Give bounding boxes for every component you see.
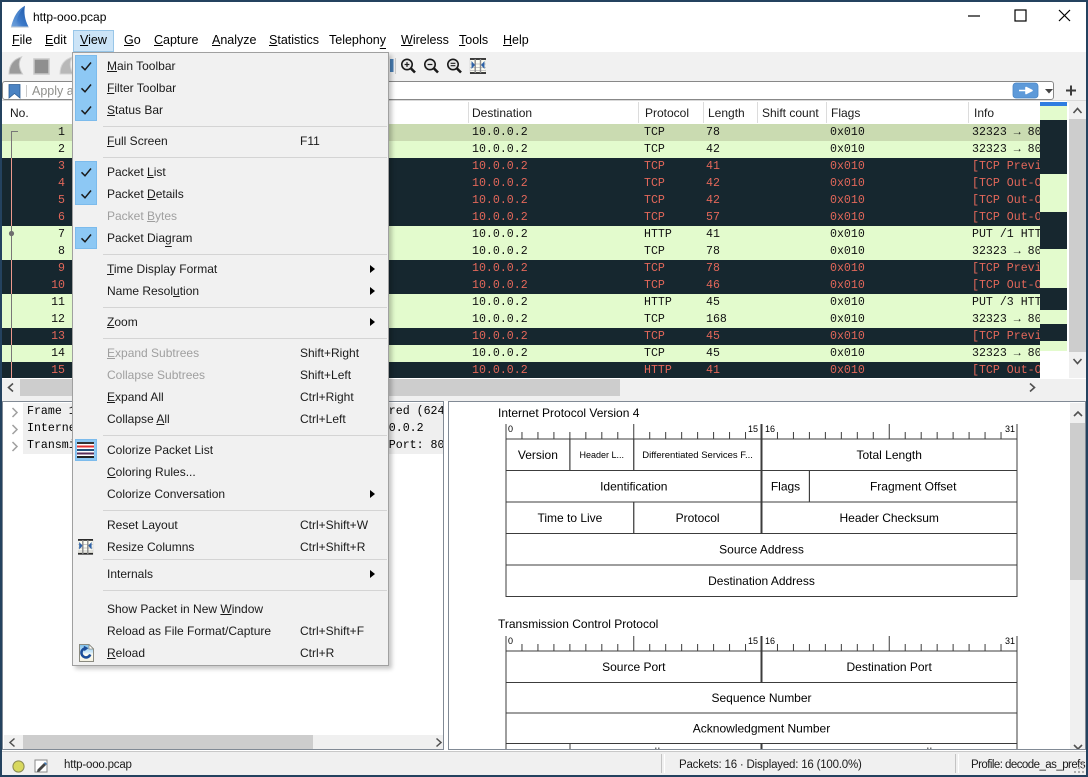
svg-text:Sequence Number: Sequence Number bbox=[711, 691, 811, 705]
svg-text:Destination Address: Destination Address bbox=[708, 574, 815, 588]
svg-text:16: 16 bbox=[765, 424, 775, 434]
svg-text:Time to Live: Time to Live bbox=[537, 511, 602, 525]
svg-text:Version: Version bbox=[518, 448, 558, 462]
svg-text:0: 0 bbox=[508, 424, 513, 434]
svg-text:15: 15 bbox=[748, 636, 758, 646]
svg-text:Identification: Identification bbox=[600, 480, 667, 494]
svg-text:Destination Port: Destination Port bbox=[847, 660, 933, 674]
svg-text:Protocol: Protocol bbox=[676, 511, 720, 525]
svg-text:Header Checksum: Header Checksum bbox=[840, 511, 939, 525]
svg-text:Differentiated Services F...: Differentiated Services F... bbox=[642, 450, 753, 461]
svg-text:0: 0 bbox=[508, 636, 513, 646]
svg-text:Header L...: Header L... bbox=[580, 450, 625, 460]
svg-text:Fragment Offset: Fragment Offset bbox=[870, 480, 957, 494]
svg-text:Total Length: Total Length bbox=[857, 448, 922, 462]
svg-text:31: 31 bbox=[1005, 636, 1015, 646]
svg-text:16: 16 bbox=[765, 636, 775, 646]
svg-text:Acknowledgment Number: Acknowledgment Number bbox=[693, 721, 830, 735]
svg-text:Source Port: Source Port bbox=[602, 660, 666, 674]
svg-text:31: 31 bbox=[1005, 424, 1015, 434]
svg-text:Flags: Flags bbox=[771, 480, 800, 494]
svg-text:15: 15 bbox=[748, 424, 758, 434]
svg-text:Source Address: Source Address bbox=[719, 542, 804, 556]
